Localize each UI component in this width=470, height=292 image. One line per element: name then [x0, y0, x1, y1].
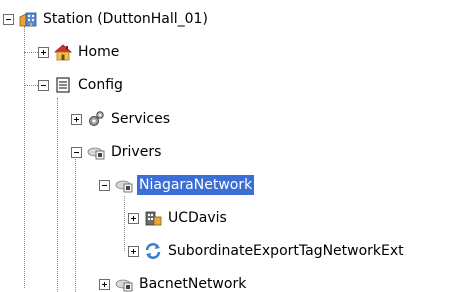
- expand-toggle[interactable]: [38, 46, 49, 58]
- expand-toggle[interactable]: [128, 245, 139, 257]
- tree-connector-line: [24, 85, 38, 86]
- network-icon: [115, 176, 133, 194]
- tree-node-subordinate-export[interactable]: SubordinateExportTagNetworkExt: [128, 240, 406, 262]
- tree-node-ucdavis[interactable]: UCDavis: [128, 207, 229, 229]
- station-device-icon: [144, 209, 162, 227]
- tree-connector-line: [124, 196, 125, 251]
- tree-connector-line: [57, 98, 58, 292]
- tree-node-label[interactable]: Services: [109, 109, 172, 129]
- tree-node-label[interactable]: NiagaraNetwork: [137, 175, 255, 195]
- tree-node-niagara-network[interactable]: NiagaraNetwork: [99, 174, 255, 196]
- tree-node-label[interactable]: BacnetNetwork: [137, 274, 248, 292]
- tree-node-station[interactable]: Station (DuttonHall_01): [3, 8, 210, 30]
- tree-node-drivers[interactable]: Drivers: [71, 141, 163, 163]
- collapse-toggle[interactable]: [71, 146, 82, 158]
- tree-node-config[interactable]: Config: [38, 74, 125, 96]
- station-icon: [19, 10, 37, 28]
- tree-node-label[interactable]: Drivers: [109, 142, 163, 162]
- tree-node-label[interactable]: SubordinateExportTagNetworkExt: [166, 241, 406, 261]
- tree-node-label[interactable]: Home: [76, 42, 121, 62]
- expand-toggle[interactable]: [99, 278, 110, 290]
- tree-connector-line: [75, 159, 76, 292]
- expand-toggle[interactable]: [71, 113, 82, 125]
- sync-icon: [144, 242, 162, 260]
- gears-icon: [87, 110, 105, 128]
- collapse-toggle[interactable]: [99, 179, 110, 191]
- tree-node-label[interactable]: UCDavis: [166, 208, 229, 228]
- collapse-toggle[interactable]: [3, 13, 14, 25]
- network-icon: [115, 275, 133, 292]
- tree-node-home[interactable]: Home: [38, 41, 121, 63]
- expand-toggle[interactable]: [128, 212, 139, 224]
- tree-connector-line: [24, 52, 38, 53]
- tree-node-label[interactable]: Config: [76, 75, 125, 95]
- tree-connector-line: [24, 26, 25, 288]
- drivers-icon: [87, 143, 105, 161]
- tree-node-services[interactable]: Services: [71, 108, 172, 130]
- navigation-tree: Station (DuttonHall_01) Home Config Serv…: [0, 0, 470, 292]
- config-icon: [54, 76, 72, 94]
- tree-node-bacnet-network[interactable]: BacnetNetwork: [99, 273, 248, 292]
- collapse-toggle[interactable]: [38, 79, 49, 91]
- tree-node-label[interactable]: Station (DuttonHall_01): [41, 9, 210, 29]
- home-icon: [54, 43, 72, 61]
